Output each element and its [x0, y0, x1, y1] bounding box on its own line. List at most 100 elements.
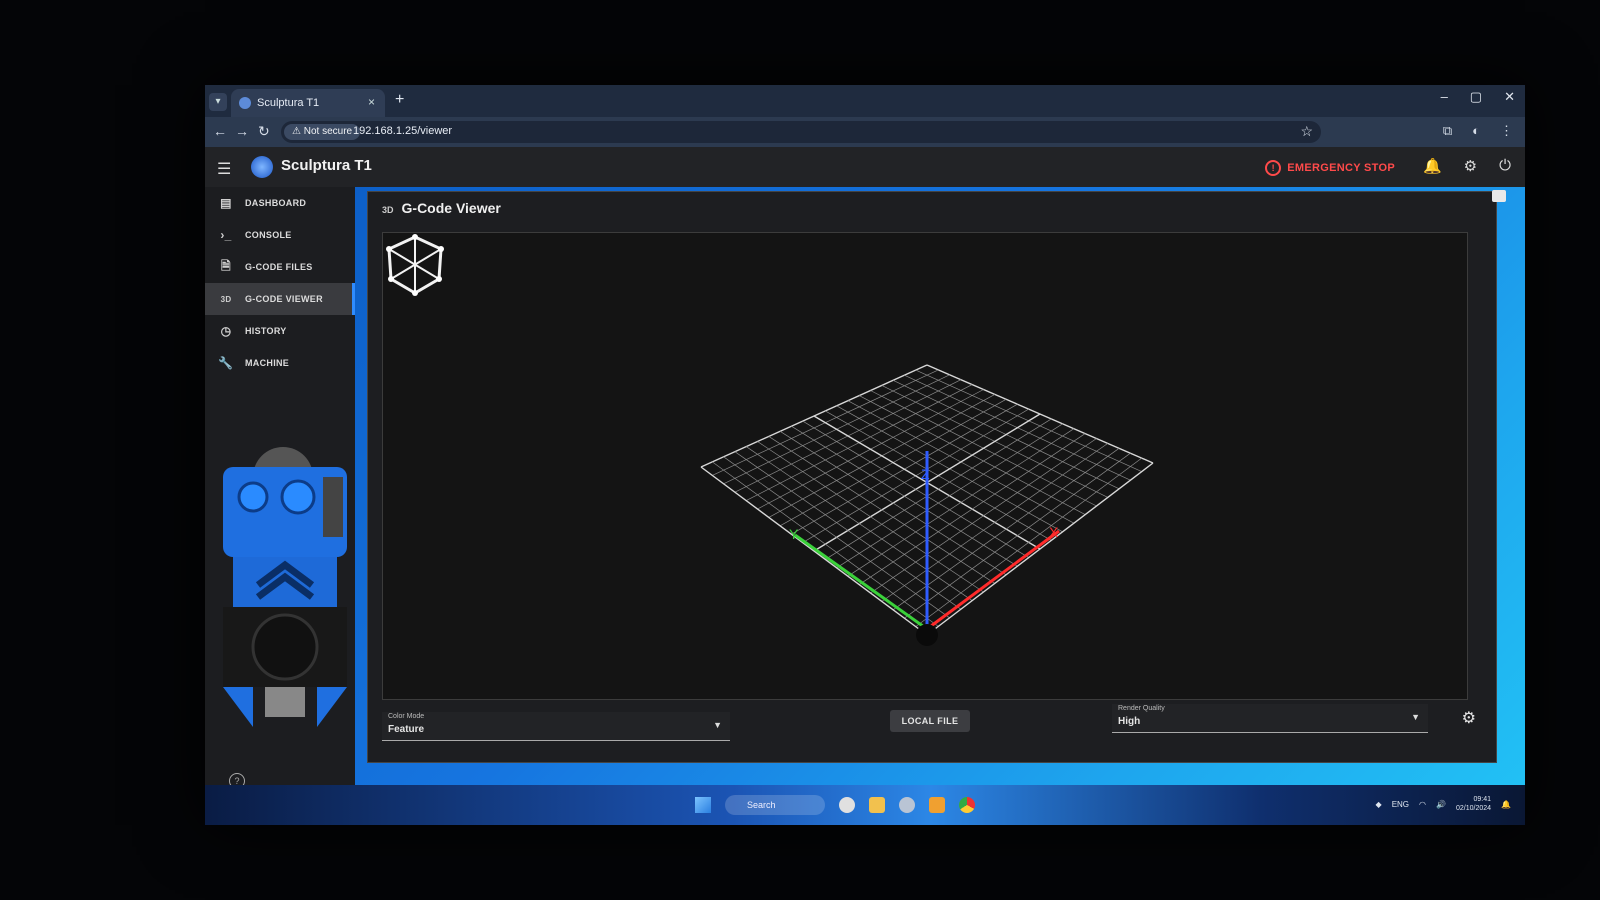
os-taskbar: Search ◆ ENG ◠ 🔊 09:41 02/10/2024 🔔 — [205, 785, 1525, 825]
app-title: Sculptura T1 — [281, 157, 372, 174]
3d-icon: 3D — [382, 205, 394, 215]
settings-cog-icon[interactable]: ⚙ — [1464, 157, 1477, 175]
settings-icon[interactable] — [899, 797, 915, 813]
close-window-button[interactable]: ✕ — [1504, 89, 1515, 105]
bell-icon[interactable]: 🔔 — [1423, 157, 1442, 175]
header-icons: 🔔 ⚙ ⏻ — [1423, 157, 1511, 175]
hamburger-menu-icon[interactable]: ☰ — [217, 159, 231, 179]
tray-app-icon[interactable]: ◆ — [1376, 800, 1382, 809]
sidebar-item-label: MACHINE — [245, 358, 290, 368]
sidebar-item-gcode-viewer[interactable]: 3D G-CODE VIEWER — [205, 283, 355, 315]
profile-icon[interactable]: ◐ — [1472, 123, 1480, 139]
sidebar-item-console[interactable]: ›_ CONSOLE — [205, 219, 355, 251]
taskbar-search[interactable]: Search — [725, 795, 825, 815]
render-quality-select[interactable]: Render Quality High ▼ — [1112, 704, 1428, 733]
grid-line — [904, 452, 1131, 619]
tab-close-button[interactable]: × — [368, 95, 375, 109]
main-content: 3D G-Code Viewer Z Y X Color Mode Featur… — [355, 187, 1525, 825]
y-axis-arrow — [794, 533, 928, 631]
notification-bell-icon[interactable]: 🔔 — [1501, 800, 1511, 809]
file-icon: 🗎 — [221, 258, 231, 273]
forward-icon[interactable]: → — [235, 123, 249, 139]
sidebar-item-label: HISTORY — [245, 326, 287, 336]
gcode-viewer-card: 3D G-Code Viewer Z Y X Color Mode Featur… — [367, 190, 1506, 763]
viewer-title: G-Code Viewer — [401, 200, 501, 216]
browser-toolbar-icons: ⧉ ◐ ⋮ — [1443, 123, 1513, 139]
not-secure-badge[interactable]: ⚠ Not secure — [284, 124, 361, 140]
grid-line — [723, 456, 950, 619]
reload-icon[interactable]: ↻ — [258, 123, 270, 140]
z-axis-label: Z — [921, 466, 930, 482]
sidebar-item-machine[interactable]: 🔧 MACHINE — [205, 347, 355, 379]
dashboard-icon: ▤ — [220, 196, 232, 210]
url-text: 192.168.1.25/viewer — [353, 125, 453, 137]
sidebar-item-dashboard[interactable]: ▤ DASHBOARD — [205, 187, 355, 219]
wifi-icon[interactable]: ◠ — [1419, 800, 1426, 809]
3d-icon: 3D — [220, 294, 232, 304]
sidebar: ▤ DASHBOARD ›_ CONSOLE 🗎 G-CODE FILES 3D… — [205, 187, 355, 825]
clock[interactable]: 09:41 02/10/2024 — [1456, 795, 1491, 813]
menu-kebab-icon[interactable]: ⋮ — [1500, 123, 1513, 139]
app-icon[interactable] — [929, 797, 945, 813]
sidebar-item-label: G-CODE VIEWER — [245, 294, 323, 304]
viewer-settings-gear-icon[interactable]: ⚙ — [1462, 708, 1476, 728]
address-bar-row: ← → ↻ ⚠ Not secure 192.168.1.25/viewer ☆… — [205, 117, 1525, 147]
taskbar-center: Search — [695, 795, 975, 815]
clock-time: 09:41 — [1473, 796, 1492, 803]
y-axis-label: Y — [789, 526, 799, 542]
grid-line — [700, 466, 928, 636]
alert-icon: ! — [1265, 160, 1282, 176]
maximize-button[interactable]: ▢ — [1470, 89, 1482, 105]
volume-icon[interactable]: 🔊 — [1436, 800, 1446, 809]
favicon-icon — [239, 97, 251, 109]
sidebar-item-label: CONSOLE — [245, 230, 292, 240]
tab-title: Sculptura T1 — [257, 97, 320, 109]
render-quality-label: Render Quality — [1118, 705, 1165, 712]
chevron-down-icon: ▼ — [713, 720, 722, 730]
bookmark-star-icon[interactable]: ☆ — [1300, 123, 1313, 140]
emergency-stop-button[interactable]: ! EMERGENCY STOP — [1265, 160, 1395, 176]
3d-viewport[interactable]: Z Y X — [382, 232, 1468, 700]
chevron-down-icon: ▼ — [1411, 712, 1420, 722]
sidebar-item-history[interactable]: ◷ HISTORY — [205, 315, 355, 347]
file-explorer-icon[interactable] — [869, 797, 885, 813]
grid-line — [915, 457, 1142, 627]
power-icon[interactable]: ⏻ — [1499, 157, 1511, 175]
view-cube-icon[interactable] — [383, 233, 447, 297]
minimize-button[interactable]: – — [1441, 89, 1448, 105]
viewer-controls: Color Mode Feature ▼ LOCAL FILE Render Q… — [382, 704, 1476, 750]
history-icon: ◷ — [220, 324, 232, 338]
local-file-button[interactable]: LOCAL FILE — [890, 710, 970, 732]
tab-search-button[interactable]: ▾ — [209, 93, 227, 111]
wrench-icon: 🔧 — [218, 356, 234, 370]
screen: ▾ Sculptura T1 × + – ▢ ✕ ← → ↻ ⚠ Not sec… — [205, 85, 1525, 825]
card-title: 3D G-Code Viewer — [382, 200, 501, 216]
emergency-stop-label: EMERGENCY STOP — [1287, 162, 1395, 174]
origin-marker — [916, 624, 938, 646]
app-header: ☰ Sculptura T1 ! EMERGENCY STOP 🔔 ⚙ ⏻ — [205, 147, 1525, 187]
chrome-icon[interactable] — [959, 797, 975, 813]
back-icon[interactable]: ← — [213, 123, 227, 139]
language-indicator[interactable]: ENG — [1392, 800, 1409, 809]
browser-tab-bar: ▾ Sculptura T1 × + – ▢ ✕ — [205, 85, 1525, 117]
system-tray: ◆ ENG ◠ 🔊 09:41 02/10/2024 🔔 — [1376, 795, 1511, 813]
x-axis-arrow — [926, 529, 1060, 631]
sidebar-item-gcode-files[interactable]: 🗎 G-CODE FILES — [205, 251, 355, 283]
color-mode-label: Color Mode — [388, 713, 425, 720]
browser-tab[interactable]: Sculptura T1 × — [231, 89, 385, 117]
sidebar-item-label: G-CODE FILES — [245, 262, 313, 272]
x-axis-label: X — [1049, 524, 1059, 540]
sidebar-item-label: DASHBOARD — [245, 198, 307, 208]
extensions-icon[interactable]: ⧉ — [1443, 123, 1452, 139]
window-controls: – ▢ ✕ — [1441, 89, 1515, 105]
new-tab-button[interactable]: + — [395, 91, 404, 109]
color-mode-select[interactable]: Color Mode Feature ▼ — [382, 712, 730, 741]
not-secure-label: Not secure — [303, 126, 353, 137]
clock-date: 02/10/2024 — [1455, 805, 1492, 812]
color-mode-value: Feature — [388, 724, 425, 735]
windows-start-icon[interactable] — [695, 797, 711, 813]
url-input[interactable]: ⚠ Not secure 192.168.1.25/viewer ☆ — [281, 121, 1321, 143]
fullscreen-icon[interactable] — [1492, 190, 1506, 202]
media-app-icon[interactable] — [839, 797, 855, 813]
render-quality-value: High — [1118, 716, 1141, 727]
